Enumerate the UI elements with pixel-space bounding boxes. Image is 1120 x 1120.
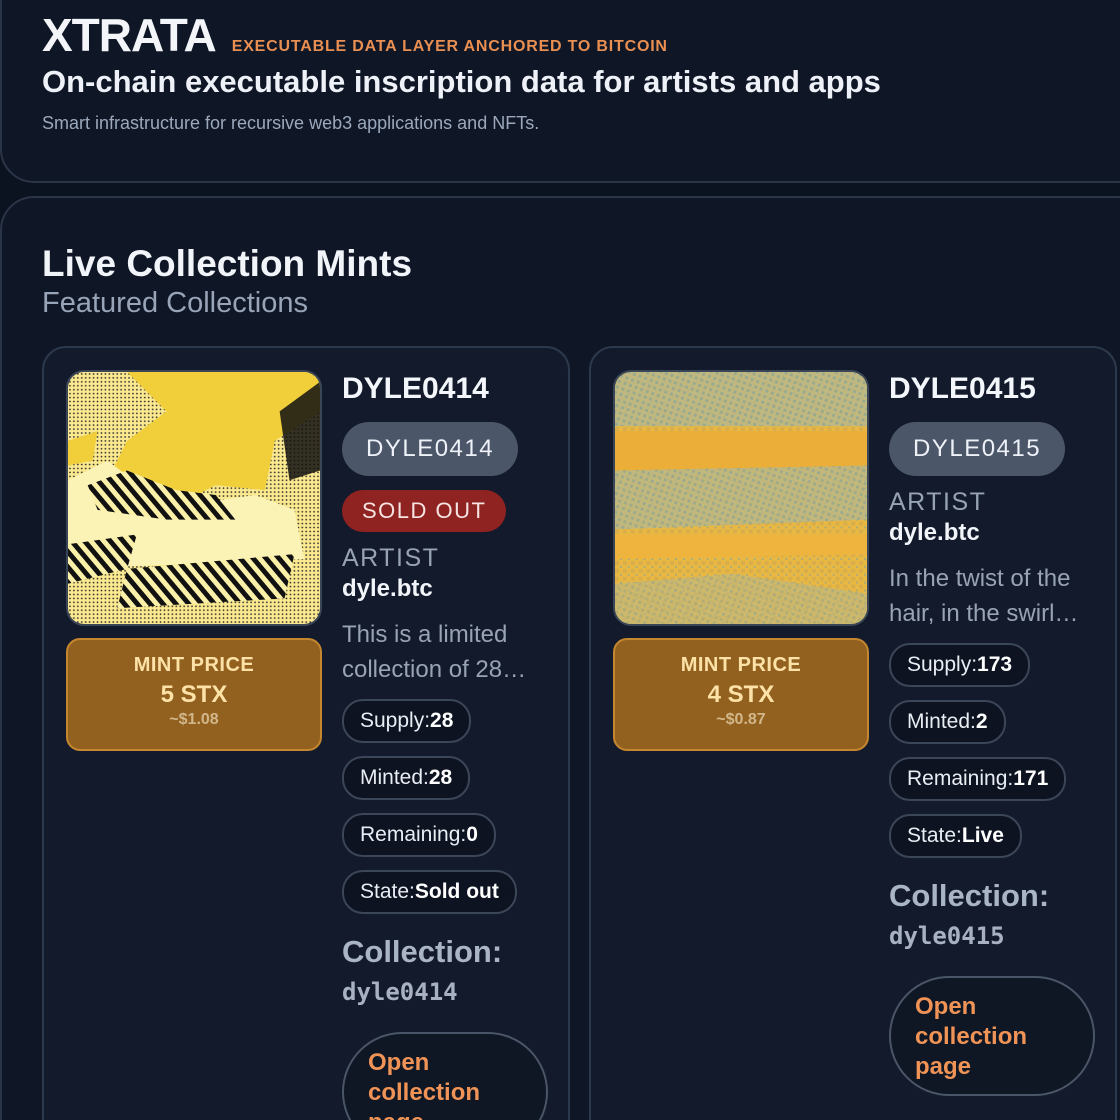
collection-info: DYLE0414 DYLE0414 SOLD OUT ARTIST dyle.b…: [342, 372, 570, 1120]
collection-description: In the twist of the hair, in the swirl…: [889, 561, 1103, 631]
artist-name[interactable]: dyle.btc: [342, 575, 570, 603]
minted-chip: Minted: 28: [342, 756, 471, 800]
collection-id: dyle0414: [342, 978, 458, 1006]
open-button-line: collection: [368, 1079, 481, 1106]
collection-description: This is a limited collection of 28…: [342, 617, 556, 687]
open-button-line: page: [915, 1053, 972, 1080]
logo[interactable]: XTRATA: [42, 8, 217, 62]
section-title: Live Collection Mints: [42, 243, 413, 284]
supply-chip: Supply: 28: [342, 699, 472, 743]
mint-price-box: MINT PRICE 5 STX ~$1.08: [66, 638, 322, 751]
symbol-pill: DYLE0414: [342, 422, 519, 476]
collection-card-dyle0415: MINT PRICE 4 STX ~$0.87 DYLE0415 DYLE041…: [589, 346, 1117, 1120]
description-line: hair, in the swirl…: [889, 600, 1079, 627]
mint-price-value: 5 STX: [160, 681, 228, 708]
symbol-pill: DYLE0415: [889, 422, 1066, 476]
collection-id: dyle0415: [889, 922, 1005, 950]
status-badge: SOLD OUT: [342, 490, 507, 532]
brand-row: XTRATA EXECUTABLE DATA LAYER ANCHORED TO…: [42, 8, 668, 62]
artist-label: ARTIST: [889, 488, 987, 516]
stat-chips: Supply: 173 Minted: 2 Remaining: 171 Sta…: [889, 643, 1117, 858]
open-collection-button[interactable]: Open collection page: [342, 1032, 548, 1120]
open-button-line: Open: [915, 993, 977, 1020]
remaining-chip: Remaining: 0: [342, 813, 496, 857]
collection-title: DYLE0414: [342, 372, 489, 405]
tagline: EXECUTABLE DATA LAYER ANCHORED TO BITCOI…: [231, 38, 668, 55]
supply-chip: Supply: 173: [889, 643, 1031, 687]
subline: Smart infrastructure for recursive web3 …: [42, 113, 540, 133]
stat-chips: Supply: 28 Minted: 28 Remaining: 0 State…: [342, 699, 570, 914]
collection-artwork[interactable]: [66, 370, 322, 626]
open-collection-button[interactable]: Open collection page: [889, 976, 1095, 1096]
artwork-image: [68, 372, 320, 624]
remaining-chip: Remaining: 171: [889, 757, 1067, 801]
description-line: This is a limited: [342, 621, 508, 648]
collection-title: DYLE0415: [889, 372, 1036, 405]
collection-card-dyle0414: MINT PRICE 5 STX ~$1.08 DYLE0414 DYLE041…: [42, 346, 570, 1120]
state-chip: State: Live: [889, 814, 1022, 858]
mint-price-usd: ~$1.08: [169, 711, 219, 728]
section-subtitle: Featured Collections: [42, 287, 308, 319]
description-line: In the twist of the: [889, 565, 1071, 592]
collection-info: DYLE0415 DYLE0415 ARTIST dyle.btc In the…: [889, 372, 1117, 1096]
open-button-line: collection: [915, 1023, 1028, 1050]
state-chip: State: Sold out: [342, 870, 517, 914]
artwork-image: [615, 372, 867, 624]
artist-name[interactable]: dyle.btc: [889, 519, 1117, 547]
collection-artwork[interactable]: [613, 370, 869, 626]
collection-label: Collection:: [342, 934, 503, 969]
headline: On-chain executable inscription data for…: [42, 64, 881, 99]
collection-label: Collection:: [889, 878, 1050, 913]
mint-price-box: MINT PRICE 4 STX ~$0.87: [613, 638, 869, 751]
open-button-line: page: [368, 1108, 522, 1120]
mint-price-value: 4 STX: [707, 681, 775, 708]
page: XTRATA EXECUTABLE DATA LAYER ANCHORED TO…: [0, 0, 1120, 1120]
mint-price-usd: ~$0.87: [716, 711, 766, 728]
open-button-line: Open: [368, 1049, 430, 1076]
description-line: collection of 28…: [342, 656, 527, 683]
mint-price-label: MINT PRICE: [133, 654, 255, 676]
mint-price-label: MINT PRICE: [680, 654, 802, 676]
artist-label: ARTIST: [342, 544, 440, 572]
minted-chip: Minted: 2: [889, 700, 1006, 744]
